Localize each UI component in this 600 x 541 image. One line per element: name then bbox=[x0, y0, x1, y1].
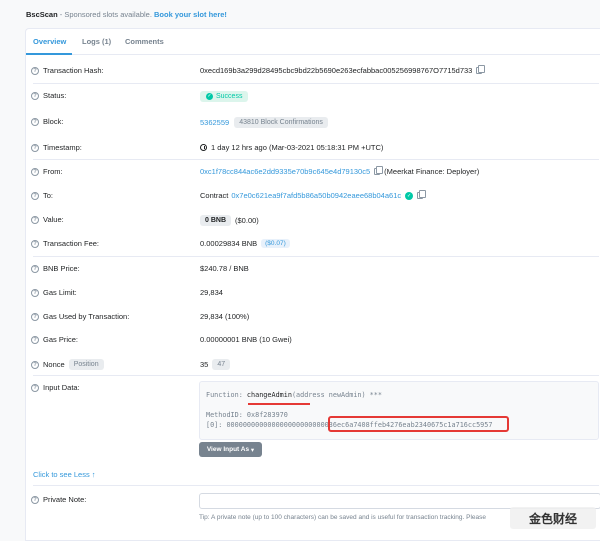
help-icon[interactable]: ? bbox=[31, 117, 39, 126]
row-block: ? Block: 5362559 43810 Block Confirmations bbox=[26, 113, 600, 133]
help-icon[interactable]: ? bbox=[31, 239, 39, 248]
divider bbox=[33, 485, 599, 486]
highlight-underline bbox=[248, 403, 310, 405]
book-slot-link[interactable]: Book your slot here! bbox=[154, 10, 227, 19]
help-icon[interactable]: ? bbox=[31, 264, 39, 273]
help-icon[interactable]: ? bbox=[31, 335, 39, 344]
row-status: ? Status: ✓ Success bbox=[26, 87, 600, 107]
value-amount-badge: 0 BNB bbox=[200, 215, 232, 226]
row-gas-limit: ? Gas Limit: 29,834 bbox=[26, 284, 600, 304]
divider bbox=[33, 83, 599, 84]
contract-prefix: Contract bbox=[200, 191, 229, 200]
from-name-tag: (Meerkat Finance: Deployer) bbox=[384, 167, 480, 176]
brand-name: BscScan bbox=[26, 10, 58, 19]
clock-icon bbox=[200, 144, 207, 151]
view-input-as-button[interactable]: View Input As ▾ bbox=[199, 442, 262, 457]
transaction-hash-value: 0xecd169b3a299d28495cbc9bd22b5690e263ecf… bbox=[200, 66, 473, 75]
row-timestamp: ? Timestamp: 1 day 12 hrs ago (Mar-03-202… bbox=[26, 139, 600, 159]
help-icon[interactable]: ? bbox=[31, 360, 39, 369]
row-gas-used: ? Gas Used by Transaction: 29,834 (100%) bbox=[26, 308, 600, 328]
divider bbox=[33, 375, 599, 376]
status-badge: ✓ Success bbox=[200, 91, 249, 102]
label-gas-limit: Gas Limit: bbox=[43, 288, 77, 297]
help-icon[interactable]: ? bbox=[31, 215, 39, 224]
active-tab-indicator bbox=[26, 53, 72, 55]
timestamp-value: 1 day 12 hrs ago (Mar-03-2021 05:18:31 P… bbox=[211, 143, 384, 152]
help-icon[interactable]: ? bbox=[31, 143, 39, 152]
position-value-badge: 47 bbox=[212, 359, 231, 370]
confirmations-badge: 43810 Block Confirmations bbox=[234, 117, 328, 128]
divider bbox=[33, 159, 599, 160]
to-address-link[interactable]: 0x7e0c621ea9f7afd5b86a50b0942eaee68b04a6… bbox=[231, 191, 401, 200]
see-less-link[interactable]: Click to see Less ↑ bbox=[33, 470, 96, 479]
watermark: 金色财经 bbox=[510, 507, 596, 529]
method-id: MethodID: 0x8f283970 bbox=[206, 411, 288, 419]
copy-icon[interactable] bbox=[417, 190, 427, 199]
help-icon[interactable]: ? bbox=[31, 288, 39, 297]
row-gas-price: ? Gas Price: 0.00000001 BNB (10 Gwei) bbox=[26, 331, 600, 351]
verified-check-icon: ✓ bbox=[405, 191, 414, 200]
nonce-value: 35 bbox=[200, 360, 209, 369]
tab-logs[interactable]: Logs (1) bbox=[82, 37, 111, 46]
help-icon[interactable]: ? bbox=[31, 383, 39, 392]
highlight-box bbox=[328, 416, 509, 432]
label-transaction-hash: Transaction Hash: bbox=[43, 66, 104, 75]
arrow-up-icon: ↑ bbox=[91, 470, 96, 479]
label-value: Value: bbox=[43, 215, 64, 224]
row-value: ? Value: 0 BNB ($0.00) bbox=[26, 211, 600, 231]
bnb-price-value: $240.78 / BNB bbox=[200, 264, 249, 273]
sponsor-text: - Sponsored slots available. bbox=[57, 10, 154, 19]
help-icon[interactable]: ? bbox=[31, 312, 39, 321]
help-icon[interactable]: ? bbox=[31, 91, 39, 100]
help-icon[interactable]: ? bbox=[31, 495, 39, 504]
row-from: ? From: 0xc1f78cc844ac6e2dd9335e70b9c645e… bbox=[26, 163, 600, 183]
divider bbox=[33, 256, 599, 257]
row-bnb-price: ? BNB Price: $240.78 / BNB bbox=[26, 260, 600, 280]
help-icon[interactable]: ? bbox=[31, 66, 39, 75]
tab-bar: Overview Logs (1) Comments bbox=[26, 29, 600, 55]
sponsor-banner: BscScan - Sponsored slots available. Boo… bbox=[26, 10, 227, 19]
copy-icon[interactable] bbox=[476, 65, 486, 74]
fee-usd-badge: ($0.07) bbox=[261, 239, 290, 248]
label-timestamp: Timestamp: bbox=[43, 143, 82, 152]
transaction-card: Overview Logs (1) Comments ? Transaction … bbox=[25, 28, 600, 541]
gas-limit-value: 29,834 bbox=[200, 288, 223, 297]
from-address-link[interactable]: 0xc1f78cc844ac6e2dd9335e70b9c645e4d79130… bbox=[200, 167, 370, 176]
value-usd: ($0.00) bbox=[235, 216, 259, 225]
tab-comments[interactable]: Comments bbox=[125, 37, 164, 46]
help-icon[interactable]: ? bbox=[31, 167, 39, 176]
block-number-link[interactable]: 5362559 bbox=[200, 118, 229, 127]
label-block: Block: bbox=[43, 117, 64, 126]
gas-price-value: 0.00000001 BNB (10 Gwei) bbox=[200, 335, 292, 344]
label-status: Status: bbox=[43, 91, 67, 100]
label-transaction-fee: Transaction Fee: bbox=[43, 239, 99, 248]
private-note-tip: Tip: A private note (up to 100 character… bbox=[199, 514, 487, 521]
row-to: ? To: Contract 0x7e0c621ea9f7afd5b86a50b09… bbox=[26, 187, 600, 207]
label-bnb-price: BNB Price: bbox=[43, 264, 80, 273]
gas-used-value: 29,834 (100%) bbox=[200, 312, 250, 321]
label-private-note: Private Note: bbox=[43, 495, 87, 504]
help-icon[interactable]: ? bbox=[31, 191, 39, 200]
position-badge: Position bbox=[68, 359, 104, 370]
function-signature: Function: changeAdmin(address newAdmin) … bbox=[206, 391, 382, 399]
label-input-data: Input Data: bbox=[43, 383, 80, 392]
check-circle-icon: ✓ bbox=[206, 93, 213, 100]
status-value: Success bbox=[216, 93, 243, 100]
fee-amount: 0.00029834 BNB bbox=[200, 239, 258, 248]
copy-icon[interactable] bbox=[374, 166, 384, 175]
row-nonce: ? Nonce Position 35 47 bbox=[26, 355, 600, 375]
function-name: changeAdmin bbox=[246, 391, 292, 399]
tab-overview[interactable]: Overview bbox=[33, 37, 66, 46]
label-from: From: bbox=[43, 167, 63, 176]
label-to: To: bbox=[43, 191, 54, 200]
label-gas-used: Gas Used by Transaction: bbox=[43, 312, 130, 321]
label-gas-price: Gas Price: bbox=[43, 335, 79, 344]
row-transaction-fee: ? Transaction Fee: 0.00029834 BNB ($0.07) bbox=[26, 235, 600, 255]
row-transaction-hash: ? Transaction Hash: 0xecd169b3a299d28495c… bbox=[26, 62, 600, 82]
label-nonce: Nonce bbox=[43, 360, 65, 369]
input-data-box[interactable]: Function: changeAdmin(address newAdmin) … bbox=[199, 381, 599, 440]
